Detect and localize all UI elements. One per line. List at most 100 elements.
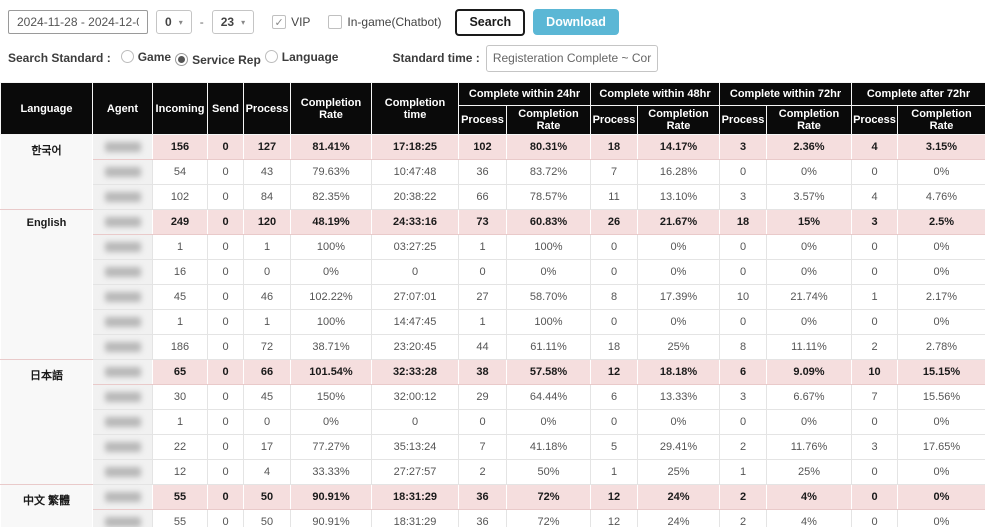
cell-process: 46 <box>244 285 291 310</box>
cell-24hr-process: 1 <box>459 310 507 335</box>
cell-after72hr-process: 10 <box>852 360 898 385</box>
cell-72hr-process: 18 <box>720 210 767 235</box>
vip-label: VIP <box>291 15 310 29</box>
cell-24hr-process: 44 <box>459 335 507 360</box>
cell-24hr-rate: 58.70% <box>507 285 591 310</box>
subcol-24hr-process: Process <box>459 106 507 135</box>
search-standard-radio-game[interactable]: Game <box>121 50 171 64</box>
cell-send: 0 <box>208 460 244 485</box>
cell-completion-rate: 101.54% <box>291 360 372 385</box>
cell-completion-rate: 38.71% <box>291 335 372 360</box>
cell-send: 0 <box>208 185 244 210</box>
cell-72hr-rate: 4% <box>767 510 852 527</box>
subcol-48hr-rate: Completion Rate <box>638 106 720 135</box>
cell-completion-rate: 90.91% <box>291 485 372 510</box>
subcol-72hr-process: Process <box>720 106 767 135</box>
cell-72hr-rate: 2.36% <box>767 135 852 160</box>
cell-72hr-rate: 9.09% <box>767 360 852 385</box>
cell-completion-time: 03:27:25 <box>372 235 459 260</box>
cell-48hr-rate: 25% <box>638 335 720 360</box>
cell-completion-rate: 102.22% <box>291 285 372 310</box>
cell-72hr-process: 3 <box>720 385 767 410</box>
cell-completion-rate: 77.27% <box>291 435 372 460</box>
hour-from-select[interactable]: 0 ▾ <box>156 10 192 34</box>
cell-after72hr-rate: 4.76% <box>898 185 985 210</box>
chatbot-label: In-game(Chatbot) <box>347 15 441 29</box>
cell-after72hr-rate: 0% <box>898 235 985 260</box>
cell-completion-time: 24:33:16 <box>372 210 459 235</box>
cell-completion-rate: 33.33% <box>291 460 372 485</box>
standard-time-label: Standard time : <box>392 51 479 65</box>
cell-process: 0 <box>244 410 291 435</box>
cell-completion-time: 32:00:12 <box>372 385 459 410</box>
download-button[interactable]: Download <box>533 9 619 35</box>
cell-48hr-process: 12 <box>591 360 638 385</box>
radio-label: Language <box>282 50 339 64</box>
cell-send: 0 <box>208 310 244 335</box>
cell-48hr-rate: 18.18% <box>638 360 720 385</box>
cell-24hr-process: 38 <box>459 360 507 385</box>
cell-48hr-rate: 21.67% <box>638 210 720 235</box>
table-row: 日本語65066101.54%32:33:283857.58%1218.18%6… <box>1 360 985 385</box>
table-header: Language Agent Incoming Send Process Com… <box>1 83 985 135</box>
search-standard-radio-service-rep[interactable]: Service Rep <box>175 53 261 67</box>
search-standard-radio-language[interactable]: Language <box>265 50 339 64</box>
cell-24hr-process: 2 <box>459 460 507 485</box>
cell-72hr-rate: 4% <box>767 485 852 510</box>
chatbot-checkbox-wrap[interactable]: In-game(Chatbot) <box>328 15 441 29</box>
cell-after72hr-process: 2 <box>852 335 898 360</box>
cell-72hr-rate: 11.11% <box>767 335 852 360</box>
cell-24hr-process: 102 <box>459 135 507 160</box>
cell-after72hr-process: 1 <box>852 285 898 310</box>
cell-completion-time: 32:33:28 <box>372 360 459 385</box>
cell-24hr-process: 73 <box>459 210 507 235</box>
cell-24hr-process: 0 <box>459 260 507 285</box>
cell-24hr-rate: 72% <box>507 485 591 510</box>
cell-72hr-process: 0 <box>720 235 767 260</box>
radio-icon[interactable] <box>175 53 188 66</box>
col-header-completion-rate: Completion Rate <box>291 83 372 135</box>
hour-to-select[interactable]: 23 ▾ <box>212 10 254 34</box>
redacted-agent-name <box>105 467 141 477</box>
cell-72hr-rate: 25% <box>767 460 852 485</box>
table-row: 45046102.22%27:07:012758.70%817.39%1021.… <box>1 285 985 310</box>
cell-48hr-process: 0 <box>591 260 638 285</box>
standard-time-select[interactable]: Registeration Complete ~ Cor <box>486 45 658 72</box>
search-button[interactable]: Search <box>455 9 525 36</box>
cell-completion-time: 27:27:57 <box>372 460 459 485</box>
language-cell: 한국어 <box>1 135 93 210</box>
table-row: 10208482.35%20:38:226678.57%1113.10%33.5… <box>1 185 985 210</box>
agent-cell <box>93 435 153 460</box>
cell-48hr-process: 6 <box>591 385 638 410</box>
cell-48hr-process: 8 <box>591 285 638 310</box>
cell-after72hr-process: 4 <box>852 185 898 210</box>
agent-cell <box>93 410 153 435</box>
agent-cell <box>93 360 153 385</box>
radio-icon[interactable] <box>265 50 278 63</box>
cell-48hr-rate: 24% <box>638 485 720 510</box>
radio-icon[interactable] <box>121 50 134 63</box>
cell-process: 17 <box>244 435 291 460</box>
cell-incoming: 156 <box>153 135 208 160</box>
cell-incoming: 1 <box>153 410 208 435</box>
cell-24hr-rate: 83.72% <box>507 160 591 185</box>
subcol-24hr-rate: Completion Rate <box>507 106 591 135</box>
cell-24hr-rate: 0% <box>507 260 591 285</box>
cell-48hr-rate: 0% <box>638 260 720 285</box>
vip-checkbox-wrap[interactable]: ✓ VIP <box>272 15 310 29</box>
table-row: 中文 繁體5505090.91%18:31:293672%1224%24%00% <box>1 485 985 510</box>
cell-72hr-rate: 0% <box>767 160 852 185</box>
cell-after72hr-process: 4 <box>852 135 898 160</box>
vip-checkbox[interactable]: ✓ <box>272 15 286 29</box>
chevron-down-icon: ▾ <box>179 18 183 27</box>
cell-48hr-rate: 16.28% <box>638 160 720 185</box>
cell-72hr-rate: 11.76% <box>767 435 852 460</box>
cell-send: 0 <box>208 385 244 410</box>
date-range-input[interactable] <box>8 10 148 34</box>
cell-72hr-process: 8 <box>720 335 767 360</box>
table-row: 2201777.27%35:13:24741.18%529.41%211.76%… <box>1 435 985 460</box>
chatbot-checkbox[interactable] <box>328 15 342 29</box>
cell-72hr-process: 2 <box>720 485 767 510</box>
cell-send: 0 <box>208 285 244 310</box>
cell-after72hr-rate: 0% <box>898 310 985 335</box>
